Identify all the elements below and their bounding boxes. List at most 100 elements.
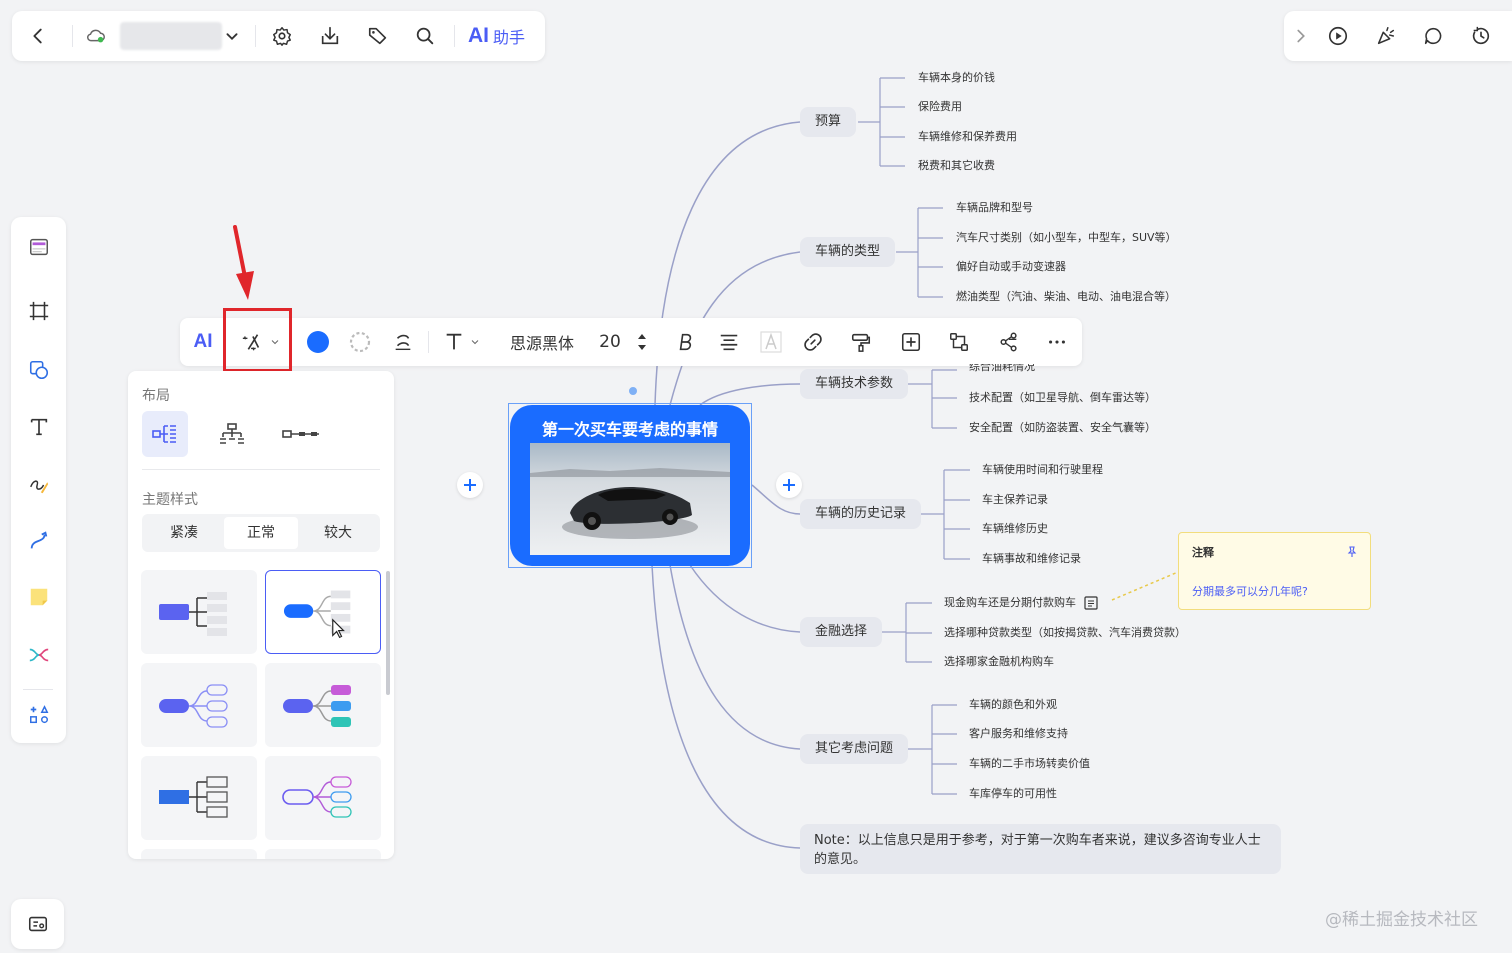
frame-tool[interactable] [21, 293, 57, 329]
add-right-topic-button[interactable] [776, 472, 802, 498]
leaf-node[interactable]: 车辆品牌和型号 [956, 201, 1033, 215]
branch-node[interactable]: 其它考虑问题 [800, 734, 909, 764]
theme-style-3[interactable] [141, 663, 257, 747]
ai-assistant-button[interactable]: AI 助手 [468, 23, 525, 49]
ai-label: AI [468, 24, 489, 47]
branch-node[interactable]: 预算 [800, 107, 857, 137]
template-tool[interactable] [21, 229, 57, 265]
stepper-arrows-icon [638, 334, 646, 350]
leaf-node[interactable]: 燃油类型（汽油、柴油、电动、油电混合等） [956, 290, 1176, 304]
doc-title[interactable] [120, 22, 222, 50]
structure-button[interactable] [994, 324, 1024, 360]
link-button[interactable] [798, 324, 828, 360]
font-size-stepper[interactable] [634, 324, 650, 360]
more-button[interactable] [1042, 324, 1072, 360]
mindmap-tool[interactable] [21, 637, 57, 673]
leaf-node[interactable]: 车辆的二手市场转卖价值 [969, 757, 1090, 771]
branch-node[interactable]: 车辆的类型 [800, 237, 896, 267]
bold-button[interactable] [670, 324, 700, 360]
theme-style-1[interactable] [141, 570, 257, 654]
title-dropdown[interactable] [218, 18, 246, 54]
celebrate-button[interactable] [1368, 18, 1404, 54]
panel-scrollbar[interactable] [386, 571, 390, 695]
leaf-node[interactable]: 汽车尺寸类别（如小型车，中型车，SUV等） [956, 231, 1177, 245]
sticky-note-icon [30, 588, 48, 606]
shape-tool[interactable] [21, 352, 57, 388]
layout-org-chart[interactable] [209, 411, 255, 457]
present-button[interactable] [1320, 18, 1356, 54]
download-button[interactable] [312, 18, 348, 54]
leaf-node[interactable]: 车辆本身的价钱 [918, 71, 995, 85]
leaf-node[interactable]: 客户服务和维修支持 [969, 727, 1068, 741]
note-node[interactable]: Note：以上信息只是用于参考，对于第一次购车者来说，建议多咨询专业人士的意见。 [800, 824, 1281, 874]
layout-timeline[interactable] [278, 411, 324, 457]
density-normal[interactable]: 正常 [224, 517, 298, 549]
more-horizontal-icon [1049, 340, 1065, 344]
theme-style-5[interactable] [141, 756, 257, 840]
line-style-button[interactable] [390, 324, 416, 360]
insert-subtopic-button[interactable] [896, 324, 926, 360]
leaf-node[interactable]: 车辆维修历史 [982, 522, 1048, 536]
leaf-node[interactable]: 车辆维修和保养费用 [918, 130, 1017, 144]
leaf-node[interactable]: 技术配置（如卫星导航、倒车雷达等） [969, 391, 1156, 405]
add-left-topic-button[interactable] [457, 472, 483, 498]
leaf-node[interactable]: 综合油耗情况 [969, 364, 1035, 374]
text-tool[interactable] [21, 409, 57, 445]
leaf-node[interactable]: 选择哪家金融机构购车 [944, 655, 1054, 669]
layout-right-tree[interactable] [142, 411, 188, 457]
relation-button[interactable] [944, 324, 974, 360]
align-button[interactable] [714, 324, 744, 360]
connector-tool[interactable] [21, 523, 57, 559]
leaf-node[interactable]: 车辆事故和维修记录 [982, 552, 1081, 566]
minimap-button[interactable] [11, 899, 64, 949]
history-button[interactable] [1463, 18, 1499, 54]
annotation-card[interactable]: 注释 分期最多可以分几年呢? [1178, 532, 1371, 610]
chevron-down-icon [471, 340, 479, 345]
density-compact[interactable]: 紧凑 [146, 517, 222, 549]
note-indicator[interactable] [1084, 595, 1098, 614]
branch-node[interactable]: 金融选择 [800, 617, 883, 647]
back-button[interactable] [20, 18, 56, 54]
settings-button[interactable] [264, 18, 300, 54]
layout-heading: 布局 [142, 388, 170, 404]
format-painter-button[interactable] [846, 324, 876, 360]
density-large[interactable]: 较大 [300, 517, 376, 549]
theme-style-2-selected[interactable] [265, 570, 381, 654]
minimap-icon-wrap [20, 906, 56, 942]
more-shapes-tool[interactable] [21, 697, 57, 733]
border-style-button[interactable] [346, 324, 374, 360]
text-style-button[interactable] [438, 324, 486, 360]
font-size-value[interactable]: 20 [596, 324, 624, 360]
pen-tool[interactable] [21, 467, 57, 503]
theme-style-7[interactable] [141, 849, 257, 859]
sticky-note-tool[interactable] [21, 579, 57, 615]
branch-node[interactable]: 车辆技术参数 [800, 369, 909, 399]
collapse-button[interactable] [1288, 18, 1314, 54]
theme-style-6[interactable] [265, 756, 381, 840]
leaf-node[interactable]: 车辆使用时间和行驶里程 [982, 463, 1103, 477]
annotation-pin[interactable] [1346, 543, 1358, 562]
leaf-node[interactable]: 车主保养记录 [982, 493, 1048, 507]
leaf-node[interactable]: 现金购车还是分期付款购车 [944, 596, 1076, 610]
fill-color-button[interactable] [304, 324, 332, 360]
theme-style-4[interactable] [265, 663, 381, 747]
drag-handle-dot[interactable] [629, 387, 637, 395]
leaf-node[interactable]: 偏好自动或手动变速器 [956, 260, 1066, 274]
leaf-node[interactable]: 车辆的颜色和外观 [969, 698, 1057, 712]
leaf-node[interactable]: 税费和其它收费 [918, 159, 995, 173]
cloud-sync-status[interactable] [78, 18, 114, 54]
tag-button[interactable] [360, 18, 396, 54]
ai-tool-button[interactable]: AI [190, 324, 216, 360]
theme-style-8[interactable] [265, 849, 381, 859]
leaf-node[interactable]: 选择哪种贷款类型（如按揭贷款、汽车消费贷款） [944, 626, 1186, 640]
leaf-node[interactable]: 车库停车的可用性 [969, 787, 1057, 801]
font-family-select[interactable]: 思源黑体 [506, 324, 578, 360]
root-node[interactable]: 第一次买车要考虑的事情 [510, 405, 750, 566]
leaf-node[interactable]: 安全配置（如防盗装置、安全气囊等） [969, 421, 1156, 435]
branch-node[interactable]: 车辆的历史记录 [800, 499, 922, 529]
layout-right-icon [152, 425, 176, 443]
leaf-node[interactable]: 保险费用 [918, 100, 962, 114]
comment-button[interactable] [1415, 18, 1451, 54]
search-button[interactable] [407, 18, 443, 54]
text-color-button[interactable] [756, 324, 786, 360]
